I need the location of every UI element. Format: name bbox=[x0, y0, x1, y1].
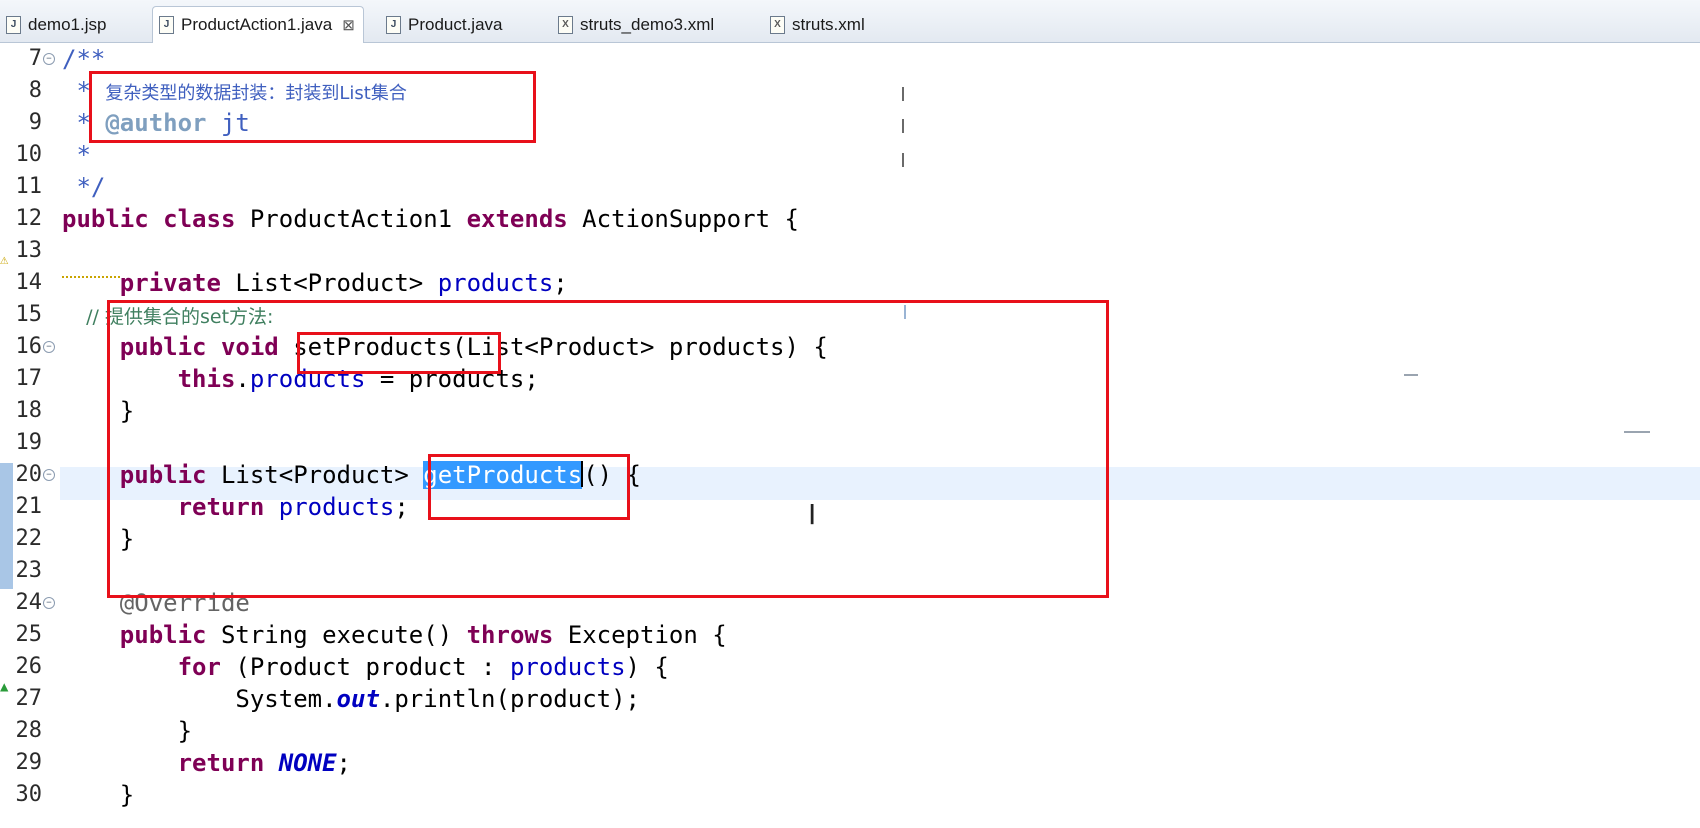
code-line: for (Product product : products) { bbox=[62, 653, 669, 681]
java-file-icon: J bbox=[159, 16, 174, 34]
xml-file-icon: X bbox=[770, 16, 785, 34]
annotation-box-javadoc bbox=[89, 71, 536, 143]
tab-label: ProductAction1.java bbox=[181, 15, 333, 34]
line-number: 18 bbox=[15, 398, 43, 423]
java-file-icon: J bbox=[386, 16, 401, 34]
xml-file-icon: X bbox=[558, 16, 573, 34]
margin-marker bbox=[902, 119, 904, 133]
line-number: 8 bbox=[28, 78, 42, 103]
line-number: 17 bbox=[15, 366, 43, 391]
tab-struts-xml[interactable]: X struts.xml bbox=[770, 8, 865, 42]
margin-marker bbox=[1624, 431, 1650, 433]
code-line: public String execute() throws Exception… bbox=[62, 621, 727, 649]
annotation-box-accessors bbox=[107, 300, 1109, 598]
close-tab-icon[interactable]: ⊠ bbox=[342, 16, 355, 34]
annotation-box-getproducts bbox=[428, 454, 630, 520]
code-line: System.out.println(product); bbox=[62, 685, 640, 713]
line-number: 9 bbox=[28, 110, 42, 135]
annotation-box-setproducts bbox=[297, 332, 501, 374]
line-number: 16 bbox=[15, 334, 43, 359]
fold-collapse-icon[interactable]: − bbox=[43, 597, 55, 609]
code-line: return NONE; bbox=[62, 749, 351, 777]
code-line: * bbox=[62, 141, 91, 169]
line-number: 20 bbox=[15, 462, 43, 487]
line-number: 29 bbox=[15, 750, 43, 775]
code-line: } bbox=[62, 781, 135, 809]
code-line: public class ProductAction1 extends Acti… bbox=[62, 205, 799, 233]
line-number: 14 bbox=[15, 270, 43, 295]
line-number: 11 bbox=[15, 174, 43, 199]
tab-demo1-jsp[interactable]: J demo1.jsp bbox=[6, 8, 106, 42]
line-number: 21 bbox=[15, 494, 43, 519]
tab-struts-demo3-xml[interactable]: X struts_demo3.xml bbox=[558, 8, 714, 42]
tab-productaction1-java[interactable]: J ProductAction1.java ⊠ bbox=[152, 6, 364, 43]
jsp-file-icon: J bbox=[6, 16, 21, 34]
line-number: 12 bbox=[15, 206, 43, 231]
line-number: 22 bbox=[15, 526, 43, 551]
editor-tab-bar: J demo1.jsp J ProductAction1.java ⊠ J Pr… bbox=[0, 0, 1700, 43]
line-number: 24 bbox=[15, 590, 43, 615]
line-number: 26 bbox=[15, 654, 43, 679]
code-line: } bbox=[62, 717, 193, 745]
fold-collapse-icon[interactable]: − bbox=[43, 341, 55, 353]
line-number: 23 bbox=[15, 558, 43, 583]
line-number: 15 bbox=[15, 302, 43, 327]
fold-collapse-icon[interactable]: − bbox=[43, 469, 55, 481]
fold-collapse-icon[interactable]: − bbox=[43, 53, 55, 65]
margin-marker bbox=[1404, 374, 1418, 376]
code-line: private List<Product> products; bbox=[62, 269, 568, 297]
code-line: */ bbox=[62, 173, 106, 201]
tab-label: struts.xml bbox=[792, 15, 865, 34]
line-number: 7 bbox=[28, 46, 42, 71]
line-number: 30 bbox=[15, 782, 43, 807]
line-number: 28 bbox=[15, 718, 43, 743]
margin-marker bbox=[902, 153, 904, 167]
margin-marker bbox=[902, 87, 904, 101]
line-number: 25 bbox=[15, 622, 43, 647]
tab-label: struts_demo3.xml bbox=[580, 15, 715, 34]
tab-label: Product.java bbox=[408, 15, 503, 34]
tab-label: demo1.jsp bbox=[28, 15, 107, 34]
line-number: 19 bbox=[15, 430, 43, 455]
tab-product-java[interactable]: J Product.java bbox=[386, 8, 503, 42]
line-number: 10 bbox=[15, 142, 43, 167]
line-number: 27 bbox=[15, 686, 43, 711]
line-number: 13 bbox=[15, 238, 43, 263]
